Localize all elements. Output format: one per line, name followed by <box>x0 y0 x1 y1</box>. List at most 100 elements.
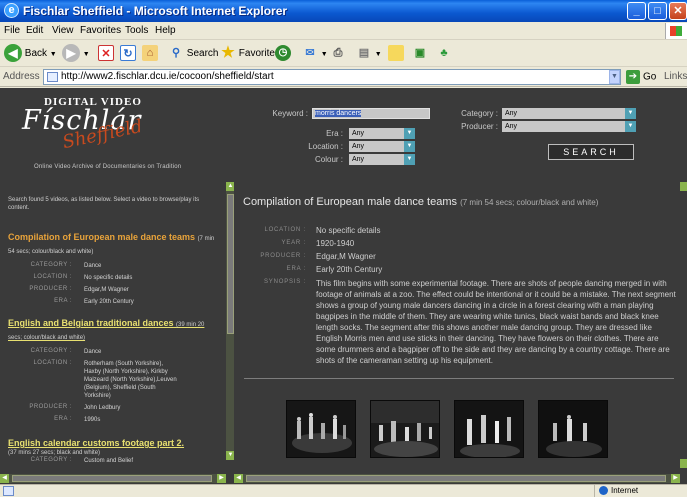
detail-horizontal-scrollbar[interactable]: ◀ ▶ <box>234 474 680 483</box>
result-field: PRODUCER : John Ledbury <box>29 404 121 411</box>
maximize-button[interactable]: □ <box>648 2 667 20</box>
close-button[interactable]: ✕ <box>669 2 687 20</box>
dancers-image-icon <box>371 401 439 457</box>
scroll-left-icon[interactable]: ◀ <box>0 474 9 483</box>
colour-label: Colour : <box>314 155 343 164</box>
scroll-thumb[interactable] <box>12 475 212 482</box>
mail-button[interactable]: ✉ ▼ <box>302 44 327 64</box>
chevron-down-icon: ▼ <box>404 141 415 152</box>
detail-pane: Compilation of European male dance teams… <box>234 182 680 468</box>
detail-vertical-scrollbar[interactable] <box>680 182 687 468</box>
keyframe-thumbnail[interactable] <box>370 400 440 458</box>
era-label: Era : <box>326 129 343 138</box>
menu-bar: File Edit View Favorites Tools Help <box>0 22 687 40</box>
title-bar: e Fischlar Sheffield - Microsoft Interne… <box>0 0 687 22</box>
back-arrow-icon: ◀ <box>4 44 22 63</box>
mail-icon: ✉ <box>305 47 315 60</box>
star-icon: ★ <box>221 44 235 62</box>
web-page: DIGITAL VIDEO Físchlár Sheffield Online … <box>0 88 687 484</box>
stop-button[interactable]: ✕ <box>98 44 114 64</box>
dancers-image-icon <box>455 401 523 457</box>
menu-help[interactable]: Help <box>155 25 176 36</box>
keyword-input[interactable]: morris dancers <box>312 108 430 119</box>
status-bar: Internet <box>0 484 687 497</box>
links-label[interactable]: Links <box>664 71 687 82</box>
minimize-button[interactable]: _ <box>627 2 646 20</box>
chevron-down-icon: ▼ <box>404 154 415 165</box>
home-icon: ⌂ <box>142 45 158 62</box>
category-select[interactable]: Any ▼ <box>502 108 636 119</box>
edit-icon: ▤ <box>358 47 370 60</box>
print-button[interactable]: ⎙ <box>330 44 346 64</box>
forward-arrow-icon: ▶ <box>62 44 80 63</box>
result-title-link[interactable]: English and Belgian traditional dances (… <box>8 318 218 344</box>
menu-file[interactable]: File <box>4 25 20 36</box>
location-select[interactable]: Any ▼ <box>349 141 415 152</box>
forward-button[interactable]: ▶ ▼ <box>62 44 90 64</box>
chevron-down-icon: ▼ <box>625 108 636 119</box>
history-icon: ◷ <box>275 45 291 62</box>
dancers-image-icon <box>539 401 607 457</box>
address-input[interactable]: http://www2.fischlar.dcu.ie/cocoon/sheff… <box>43 69 621 85</box>
search-submit-button[interactable]: SEARCH <box>548 144 634 160</box>
history-button[interactable]: ◷ <box>275 44 291 64</box>
menu-tools[interactable]: Tools <box>125 25 148 36</box>
stop-icon: ✕ <box>98 45 114 62</box>
favorites-button[interactable]: ★ Favorites <box>220 44 280 64</box>
back-button[interactable]: ◀ Back ▼ <box>4 44 57 64</box>
scroll-left-icon[interactable]: ◀ <box>234 474 243 483</box>
messenger-icon: ♣ <box>440 47 448 60</box>
keyframe-thumbnail[interactable] <box>538 400 608 458</box>
window-title: Fischlar Sheffield - Microsoft Internet … <box>23 4 288 18</box>
scroll-up-icon[interactable] <box>680 182 687 191</box>
detail-synopsis: This film begins with some experimental … <box>316 279 676 365</box>
globe-icon <box>599 486 608 496</box>
result-field: LOCATION : No specific details <box>33 274 133 281</box>
refresh-button[interactable]: ↻ <box>120 44 136 64</box>
edit-button[interactable]: ▤ ▼ <box>356 44 382 64</box>
producer-select[interactable]: Any ▼ <box>502 121 636 132</box>
discuss-button[interactable] <box>388 44 404 64</box>
era-select[interactable]: Any ▼ <box>349 128 415 139</box>
toolbar: ◀ Back ▼ ▶ ▼ ✕ ↻ ⌂ ⚲ Search ★ Favorites … <box>0 41 687 67</box>
keyframe-thumbnail[interactable] <box>454 400 524 458</box>
page-status-icon <box>3 486 14 496</box>
research-button[interactable]: ▣ <box>412 44 428 64</box>
scroll-thumb[interactable] <box>246 475 666 482</box>
messenger-button[interactable]: ♣ <box>436 44 452 64</box>
location-label: Location : <box>308 142 343 151</box>
scroll-thumb[interactable] <box>227 194 234 334</box>
address-bar: Address http://www2.fischlar.dcu.ie/coco… <box>0 67 687 87</box>
menu-favorites[interactable]: Favorites <box>80 25 121 36</box>
result-field: CATEGORY : Dance <box>30 262 102 269</box>
menu-view[interactable]: View <box>52 25 74 36</box>
go-arrow-icon: ➔ <box>626 70 640 84</box>
research-icon: ▣ <box>414 47 426 60</box>
page-icon <box>47 72 58 82</box>
address-dropdown-icon[interactable]: ▼ <box>609 70 620 84</box>
result-field: LOCATION : Rotherham (South Yorkshire), H… <box>33 360 177 399</box>
scroll-right-icon[interactable]: ▶ <box>217 474 226 483</box>
keyframe-thumbnail[interactable] <box>286 400 356 458</box>
detail-title: Compilation of European male dance teams… <box>243 196 599 208</box>
home-button[interactable]: ⌂ <box>142 44 158 64</box>
address-label: Address <box>3 71 40 82</box>
tagline: Online Video Archive of Documentaries on… <box>34 164 182 170</box>
scroll-right-icon[interactable]: ▶ <box>671 474 680 483</box>
result-title-link[interactable]: Compilation of European male dance teams… <box>8 232 218 258</box>
result-item: Compilation of European male dance teams… <box>8 232 218 310</box>
chevron-down-icon: ▼ <box>404 128 415 139</box>
producer-label: Producer : <box>461 122 498 131</box>
folder-icon <box>388 45 404 62</box>
magnifier-icon: ⚲ <box>171 47 181 60</box>
search-button[interactable]: ⚲ Search <box>168 44 219 64</box>
result-title-link[interactable]: English calendar customs footage part 2. <box>8 438 218 449</box>
result-field: PRODUCER : Edgar,M Wagner <box>29 286 129 293</box>
scroll-down-icon[interactable] <box>680 459 687 468</box>
menu-edit[interactable]: Edit <box>26 25 43 36</box>
colour-select[interactable]: Any ▼ <box>349 154 415 165</box>
security-zone: Internet <box>594 485 638 497</box>
results-pane: Search found 5 videos, as listed below. … <box>0 182 225 468</box>
go-button[interactable]: ➔ Go <box>626 70 656 85</box>
results-horizontal-scrollbar[interactable]: ◀ ▶ <box>0 474 226 483</box>
